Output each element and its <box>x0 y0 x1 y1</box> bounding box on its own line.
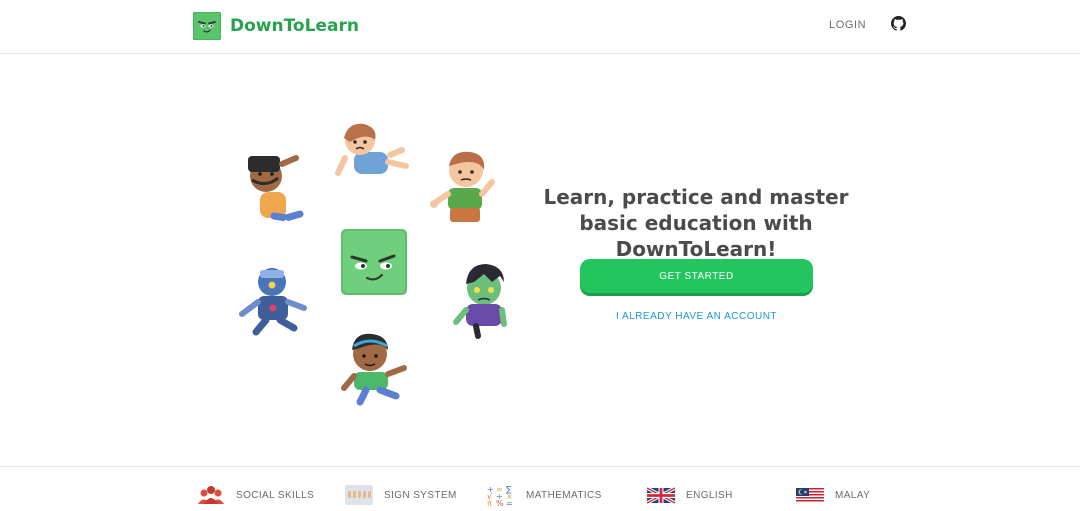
footer-item-malay[interactable]: MALAY <box>796 484 870 506</box>
character-boy-black-hair <box>248 155 304 232</box>
svg-text:=: = <box>506 499 513 506</box>
hero-characters-illustration <box>239 123 507 406</box>
character-girl-headband <box>341 333 407 406</box>
login-link[interactable]: LOGIN <box>829 19 866 31</box>
footer-item-label: ENGLISH <box>686 489 733 501</box>
sign-hands-icon <box>345 485 373 505</box>
github-icon[interactable] <box>891 16 906 31</box>
mascot-logo-icon <box>193 12 221 40</box>
hero-headline: Learn, practice and master basic educati… <box>543 185 849 261</box>
footer-item-label: MALAY <box>835 489 871 501</box>
svg-text:π: π <box>487 499 492 506</box>
footer-item-sign-system[interactable]: SIGN SYSTEM <box>345 484 457 506</box>
people-icon <box>198 486 224 504</box>
character-boy-green-shirt <box>430 151 495 222</box>
footer-item-english[interactable]: ENGLISH <box>647 484 733 506</box>
character-blue-robot <box>239 268 307 336</box>
character-green-zombie <box>453 264 507 339</box>
subject-footer: SOCIAL SKILLS SIGN SYSTEM + ∞ ∑ √ ÷ × π … <box>0 466 1080 511</box>
footer-item-label: SOCIAL SKILLS <box>236 489 315 501</box>
brand-home-link[interactable]: DownToLearn <box>193 12 359 40</box>
center-mascot <box>341 229 407 295</box>
uk-flag-icon <box>647 486 675 505</box>
math-symbols-icon: + ∞ ∑ √ ÷ × π % = <box>487 485 513 506</box>
footer-item-label: SIGN SYSTEM <box>384 489 457 501</box>
footer-item-label: MATHEMATICS <box>526 489 602 501</box>
character-girl-brown-hair <box>335 123 409 176</box>
top-nav: DownToLearn LOGIN <box>0 0 1080 54</box>
get-started-button[interactable]: GET STARTED <box>580 259 813 293</box>
svg-text:%: % <box>496 499 504 506</box>
malaysia-flag-icon <box>796 488 824 503</box>
footer-item-mathematics[interactable]: + ∞ ∑ √ ÷ × π % = MATHEMATICS <box>487 484 602 506</box>
footer-item-social-skills[interactable]: SOCIAL SKILLS <box>197 484 314 506</box>
existing-account-link[interactable]: I ALREADY HAVE AN ACCOUNT <box>580 311 813 322</box>
brand-name: DownToLearn <box>230 16 359 36</box>
